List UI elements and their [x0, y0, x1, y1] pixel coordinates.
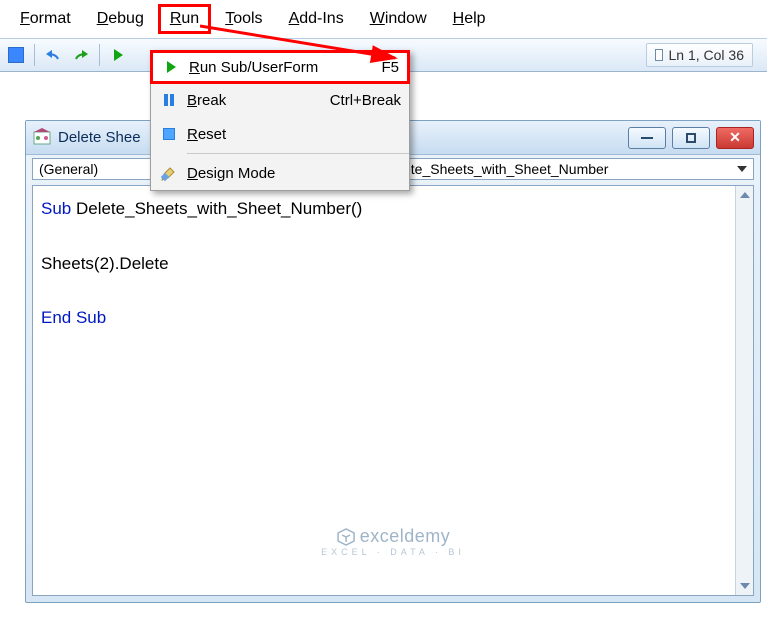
close-icon: ✕ [729, 129, 741, 146]
menu-separator [187, 153, 409, 154]
pause-icon [164, 94, 174, 106]
undo-icon [44, 47, 62, 63]
stop-icon [163, 128, 175, 140]
maximize-button[interactable] [672, 127, 710, 149]
module-icon [32, 128, 52, 148]
toolbar-btn-blue[interactable] [4, 43, 28, 67]
watermark-icon [336, 527, 356, 547]
menu-debug[interactable]: Debug [85, 4, 156, 34]
redo-button[interactable] [69, 43, 93, 67]
separator [34, 44, 35, 66]
run-button[interactable] [106, 43, 130, 67]
menu-help[interactable]: Help [441, 4, 498, 34]
minimize-button[interactable] [628, 127, 666, 149]
status-box-icon [655, 49, 663, 61]
minimize-icon [641, 137, 653, 139]
code-editor[interactable]: Sub Delete_Sheets_with_Sheet_Number() Sh… [32, 185, 754, 596]
status-area: Ln 1, Col 36 [646, 43, 754, 67]
menu-break[interactable]: BreakCtrl+Break [151, 83, 409, 117]
scroll-up-icon [740, 192, 750, 198]
code-text: Sub Delete_Sheets_with_Sheet_Number() Sh… [41, 196, 745, 334]
procedure-combo-value: ete_Sheets_with_Sheet_Number [403, 161, 608, 177]
procedure-combo[interactable]: ete_Sheets_with_Sheet_Number [396, 158, 754, 180]
code-window: Delete Shee ✕ (General) ete_Sheets_with_… [25, 120, 761, 603]
annotation-arrow [200, 18, 420, 68]
play-icon [114, 49, 123, 61]
undo-button[interactable] [41, 43, 65, 67]
object-combo-value: (General) [39, 161, 98, 177]
redo-icon [72, 47, 90, 63]
separator [99, 44, 100, 66]
close-button[interactable]: ✕ [716, 127, 754, 149]
chevron-down-icon [737, 166, 747, 172]
play-icon [167, 61, 176, 73]
maximize-icon [686, 133, 696, 143]
cursor-position: Ln 1, Col 36 [669, 47, 745, 63]
menu-format[interactable]: Format [8, 4, 83, 34]
watermark: exceldemy EXCEL · DATA · BI [321, 526, 465, 557]
vertical-scrollbar[interactable] [735, 186, 753, 595]
menu-reset[interactable]: Reset [151, 117, 409, 151]
scroll-down-icon [740, 583, 750, 589]
design-icon [151, 164, 187, 182]
run-dropdown: Run Sub/UserFormF5 BreakCtrl+Break Reset… [150, 50, 410, 191]
menu-design-mode[interactable]: Design Mode [151, 156, 409, 190]
